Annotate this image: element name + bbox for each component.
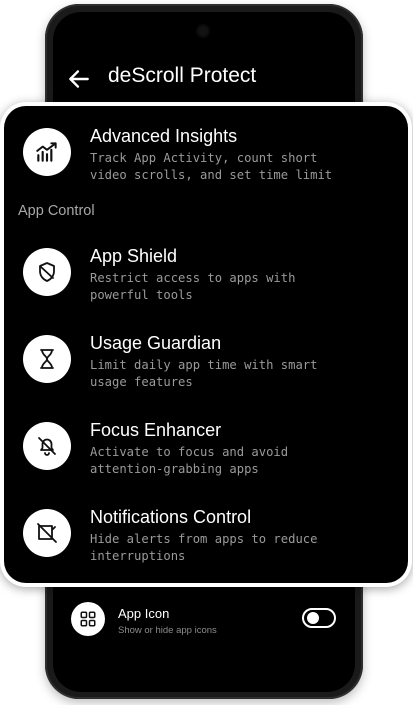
notifications-control-title: Notifications Control: [90, 507, 252, 527]
app-icon-title: App Icon: [118, 606, 170, 621]
app-control-card: Advanced Insights Track App Activity, co…: [4, 106, 408, 583]
focus-enhancer-title: Focus Enhancer: [90, 420, 222, 440]
bell-off-icon: [23, 422, 71, 470]
usage-guardian-item[interactable]: Usage Guardian Limit daily app time with…: [4, 327, 408, 397]
app-icon-subtitle: Show or hide app icons: [118, 625, 217, 636]
shield-off-icon: [23, 248, 71, 296]
toggle-knob: [307, 612, 319, 624]
front-camera: [198, 26, 208, 36]
focus-enhancer-item[interactable]: Focus Enhancer Activate to focus and avo…: [4, 414, 408, 484]
advanced-insights-description: Track App Activity, count short video sc…: [90, 151, 333, 182]
app-icon-toggle[interactable]: [302, 608, 336, 628]
promo-stage: deScroll Protect Advanced Insights Track…: [0, 0, 413, 705]
app-icon-setting-row: App Icon Show or hide app icons: [66, 598, 346, 642]
arrow-left-icon[interactable]: [66, 66, 92, 92]
app-shield-title: App Shield: [90, 246, 178, 266]
grid-icon: [71, 602, 105, 636]
focus-enhancer-description: Activate to focus and avoid attention-gr…: [90, 445, 289, 476]
notifications-control-description: Hide alerts from apps to reduce interrup…: [90, 532, 318, 563]
section-header-app-control: App Control: [18, 203, 95, 219]
app-shield-description: Restrict access to apps with powerful to…: [90, 271, 296, 302]
usage-guardian-description: Limit daily app time with smart usage fe…: [90, 358, 318, 389]
notification-off-icon: [23, 509, 71, 557]
trending-chart-icon: [23, 128, 71, 176]
app-shield-item[interactable]: App Shield Restrict access to apps with …: [4, 240, 408, 310]
hourglass-icon: [23, 335, 71, 383]
notifications-control-item[interactable]: Notifications Control Hide alerts from a…: [4, 501, 408, 571]
usage-guardian-title: Usage Guardian: [90, 333, 222, 353]
advanced-insights-item[interactable]: Advanced Insights Track App Activity, co…: [4, 120, 408, 190]
advanced-insights-title: Advanced Insights: [90, 126, 238, 146]
page-title: deScroll Protect: [108, 64, 257, 87]
